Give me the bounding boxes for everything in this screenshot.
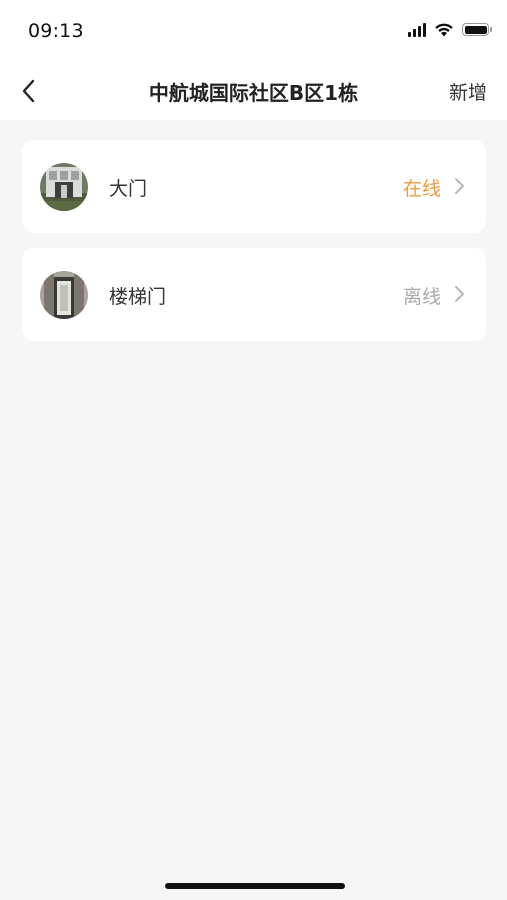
signal-icon [408,22,426,37]
wifi-icon [435,23,453,37]
chevron-left-icon [22,79,35,103]
door-name: 楼梯门 [109,286,167,308]
status-bar: 09:13 [0,0,507,62]
home-indicator[interactable] [165,883,345,889]
chevron-right-icon [455,286,464,302]
add-button[interactable]: 新增 [449,78,487,105]
status-time: 09:13 [28,20,84,42]
door-item-main-gate[interactable]: 大门 在线 [22,140,486,233]
back-button[interactable] [14,76,42,106]
chevron-right-icon [455,178,464,194]
door-status-offline: 离线 [402,286,441,308]
door-photo-icon [40,271,88,319]
nav-bar: 中航城国际社区B区1栋 新增 [0,62,507,120]
status-icons [408,22,492,37]
door-status-online: 在线 [402,178,441,200]
door-photo-icon [40,163,88,211]
page-title: 中航城国际社区B区1栋 [148,81,359,105]
battery-icon [462,23,492,36]
door-name: 大门 [109,178,148,200]
door-item-stair-door[interactable]: 楼梯门 离线 [22,248,486,341]
